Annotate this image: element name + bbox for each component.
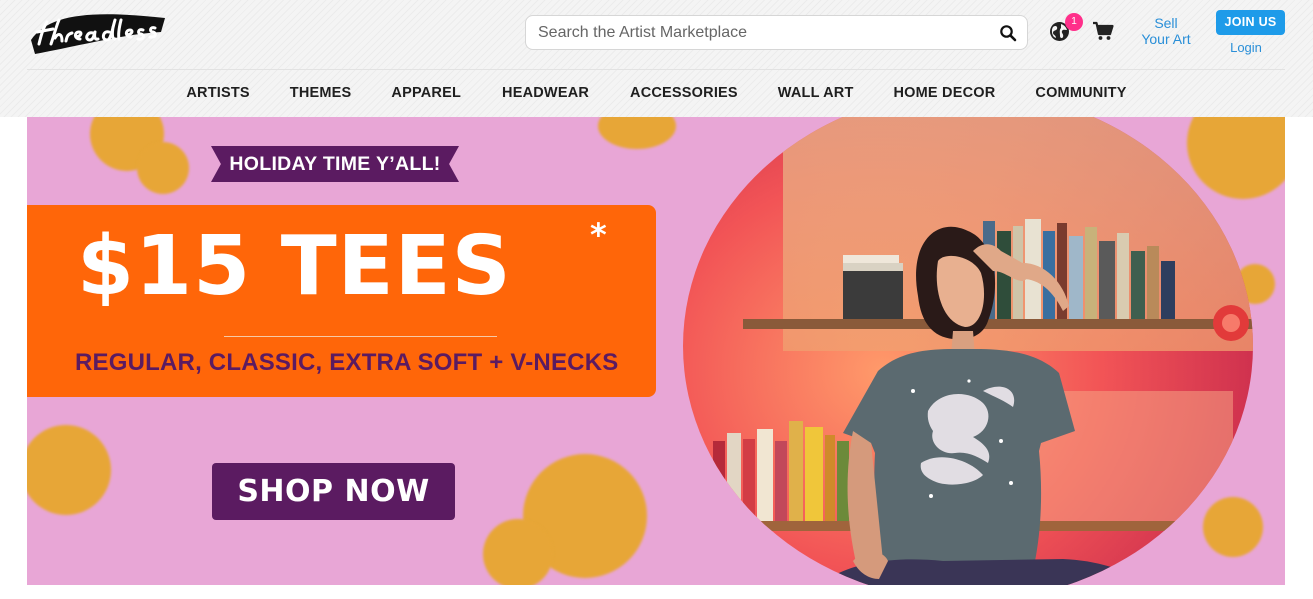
hero-photo [683, 117, 1253, 585]
nav-item-themes[interactable]: THEMES [290, 70, 352, 116]
nav-item-artists[interactable]: ARTISTS [186, 70, 249, 116]
shop-now-button[interactable]: SHOP NOW [212, 463, 455, 520]
decor-dot [483, 519, 553, 585]
nav-item-apparel[interactable]: APPAREL [391, 70, 461, 116]
promo-panel: $15 TEES * REGULAR, CLASSIC, EXTRA SOFT … [27, 205, 656, 397]
holiday-tag: HOLIDAY TIME Y’ALL! [211, 146, 459, 182]
decor-dot [1187, 117, 1285, 199]
hero-photo-illustration [683, 117, 1253, 585]
nav-item-headwear[interactable]: HEADWEAR [502, 70, 589, 116]
search-input[interactable] [538, 16, 988, 49]
promo-subhead: REGULAR, CLASSIC, EXTRA SOFT + V-NECKS [75, 349, 619, 376]
promo-asterisk: * [590, 216, 607, 254]
search-icon[interactable] [999, 24, 1017, 42]
decor-dot [598, 117, 676, 149]
site-header: 1 Sell Your Art JOIN US Login ARTISTS TH… [0, 0, 1313, 117]
sell-label-line2: Your Art [1141, 31, 1191, 47]
main-nav: ARTISTS THEMES APPAREL HEADWEAR ACCESSOR… [0, 70, 1313, 116]
nav-item-accessories[interactable]: ACCESSORIES [630, 70, 738, 116]
hero-banner[interactable]: HOLIDAY TIME Y’ALL! $15 TEES * REGULAR, … [27, 117, 1285, 585]
threadless-logo[interactable] [27, 10, 169, 56]
promo-divider [224, 336, 497, 337]
search-bar [525, 15, 1028, 50]
cart-icon[interactable] [1092, 21, 1114, 41]
nav-item-home-decor[interactable]: HOME DECOR [894, 70, 996, 116]
decor-dot [137, 142, 189, 194]
join-us-button[interactable]: JOIN US [1216, 10, 1285, 35]
region-badge: 1 [1065, 13, 1083, 31]
nav-item-wall-art[interactable]: WALL ART [778, 70, 854, 116]
sell-your-art-link[interactable]: Sell Your Art [1136, 15, 1196, 47]
decor-dot [1203, 497, 1263, 557]
sell-label-line1: Sell [1154, 15, 1178, 31]
nav-item-community[interactable]: COMMUNITY [1035, 70, 1126, 116]
decor-dot [27, 425, 111, 515]
promo-headline: $15 TEES [77, 219, 512, 314]
login-link[interactable]: Login [1216, 40, 1276, 55]
